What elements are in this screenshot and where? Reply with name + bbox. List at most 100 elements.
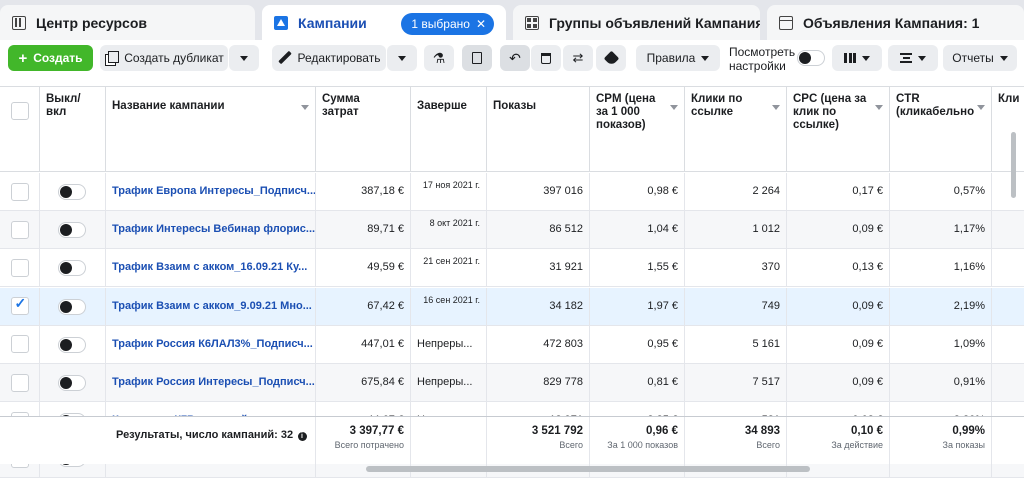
totals-clicks: 34 893 Всего	[685, 417, 787, 465]
tab-resource-center[interactable]: Центр ресурсов	[0, 5, 255, 40]
campaign-on-off-toggle[interactable]	[58, 336, 86, 353]
duplicate-menu-button[interactable]	[229, 45, 259, 71]
cell-cpc: 0,13 €	[787, 249, 890, 287]
create-button[interactable]: + Создать	[8, 45, 93, 71]
undo-button[interactable]: ↶	[500, 45, 530, 71]
cell-end: Непреры...	[411, 325, 487, 363]
header-spend-label: Сумма затрат	[322, 93, 360, 118]
tab-bar: Центр ресурсов Кампании 1 выбрано ✕ Груп…	[0, 0, 1024, 40]
cell-cpm: 1,55 €	[590, 249, 685, 287]
campaign-on-off-toggle[interactable]	[58, 184, 86, 200]
edit-menu-button[interactable]	[387, 45, 417, 71]
cell-ctr: 1,17%	[890, 211, 992, 249]
header-cpc[interactable]: CPC (цена за клик по ссылке)	[787, 87, 890, 172]
reports-dropdown[interactable]: Отчеты	[943, 45, 1017, 71]
header-impressions[interactable]: Показы	[487, 87, 590, 172]
header-ctr[interactable]: CTR (кликабельно	[890, 87, 992, 172]
sort-icon[interactable]	[670, 105, 678, 110]
tab-ads[interactable]: Объявления Кампания: 1	[767, 5, 1024, 40]
duplicate-button[interactable]: Создать дубликат	[100, 45, 228, 71]
sort-icon[interactable]	[772, 105, 780, 110]
export-icon: ⇄	[572, 50, 584, 65]
totals-row: Результаты, число кампаний: 32 i 3 397,7…	[0, 416, 1024, 465]
tab-campaigns[interactable]: Кампании 1 выбрано ✕	[262, 5, 506, 40]
totals-cpm-value: 0,96 €	[646, 425, 678, 437]
tab-ad-groups[interactable]: Группы объявлений Кампания: 1	[513, 5, 760, 40]
cell-clicks: 1 012	[685, 211, 787, 249]
cell-ctr: 0,57%	[890, 173, 992, 210]
select-all-checkbox[interactable]	[11, 102, 29, 120]
row-checkbox[interactable]	[10, 373, 29, 392]
selected-count-badge[interactable]: 1 выбрано ✕	[401, 13, 494, 35]
row-toggle-cell	[40, 173, 106, 210]
export-button[interactable]: ⇄	[563, 45, 593, 71]
row-select-cell	[0, 325, 40, 363]
header-spend[interactable]: Сумма затрат	[316, 87, 411, 172]
table-row[interactable]: Трафик Россия К6ЛАЛ3%_Подписч... 447,01 €…	[0, 325, 1024, 364]
header-clicks-label: Клики по ссылке	[691, 93, 743, 118]
sort-icon[interactable]	[301, 105, 309, 110]
ab-test-button[interactable]: ⚗	[424, 45, 454, 71]
vertical-scrollbar[interactable]	[1011, 132, 1016, 198]
undo-icon: ↶	[509, 49, 521, 66]
breakdown-dropdown[interactable]	[888, 45, 938, 71]
cell-end: 16 сен 2021 г.	[411, 287, 487, 325]
chevron-down-icon	[862, 55, 870, 61]
row-checkbox[interactable]	[10, 258, 29, 277]
row-checkbox[interactable]	[10, 297, 29, 316]
cell-name[interactable]: Трафик Взаим с акком_9.09.21 Мно...	[106, 287, 316, 325]
resources-icon	[12, 15, 26, 30]
rules-dropdown[interactable]: Правила	[636, 45, 720, 71]
cell-impressions: 31 921	[487, 249, 590, 287]
row-checkbox[interactable]	[10, 220, 29, 239]
table-row[interactable]: Трафик Интересы Вебинар флорис... 89,71 €…	[0, 211, 1024, 250]
row-checkbox[interactable]	[10, 335, 29, 354]
row-extra-cell	[992, 249, 1024, 286]
campaign-on-off-toggle[interactable]	[58, 298, 86, 315]
header-toggle[interactable]: Выкл/вкл	[40, 87, 106, 172]
table-row[interactable]: Трафик Россия Интересы_Подписч... 675,84 …	[0, 364, 1024, 402]
clipboard-button[interactable]	[462, 45, 492, 71]
header-clicks[interactable]: Клики по ссылке	[685, 87, 787, 172]
tag-button[interactable]	[596, 45, 626, 71]
cell-cpc: 0,09 €	[787, 364, 890, 401]
close-icon[interactable]: ✕	[476, 17, 486, 31]
campaign-on-off-toggle[interactable]	[58, 375, 86, 391]
totals-end	[411, 417, 487, 465]
totals-label: Результаты, число кампаний: 32	[116, 429, 294, 441]
header-name[interactable]: Название кампании	[106, 87, 316, 172]
info-icon[interactable]: i	[297, 432, 307, 441]
header-cpm[interactable]: CPM (цена за 1 000 показов)	[590, 87, 685, 172]
sort-icon[interactable]	[977, 105, 985, 110]
totals-spend-caption: Всего потрачено	[334, 440, 404, 450]
chevron-down-icon	[999, 55, 1008, 61]
totals-ctr-caption: За показы	[942, 440, 985, 450]
header-end[interactable]: Заверше	[411, 87, 487, 172]
horizontal-scrollbar[interactable]	[366, 466, 810, 472]
tab-label: Объявления Кампания: 1	[803, 14, 980, 31]
cell-clicks: 370	[685, 249, 787, 287]
cell-name[interactable]: Трафик Интересы Вебинар флорис...	[106, 211, 316, 249]
cell-ctr: 0,91%	[890, 364, 992, 401]
delete-button[interactable]	[531, 45, 561, 71]
table-row[interactable]: Трафик Взаим с акком_9.09.21 Мно...67,42…	[0, 287, 1024, 326]
table-header: Выкл/вкл Название кампании Сумма затрат …	[0, 86, 1024, 172]
cell-name[interactable]: Трафик Россия Интересы_Подписч...	[106, 364, 316, 401]
ad-icon	[779, 15, 793, 30]
campaign-on-off-toggle[interactable]	[58, 222, 86, 239]
cell-name[interactable]: Трафик Европа Интересы_Подписч...	[106, 173, 316, 210]
table-row[interactable]: Трафик Европа Интересы_Подписч... 387,18 …	[0, 173, 1024, 211]
view-settings-toggle[interactable]	[797, 50, 825, 66]
table-row[interactable]: Трафик Взаим с акком_16.09.21 Ку... 49,59…	[0, 249, 1024, 288]
cell-name[interactable]: Трафик Россия К6ЛАЛ3%_Подписч...	[106, 325, 316, 363]
row-checkbox[interactable]	[10, 182, 29, 201]
header-more[interactable]: Кли	[992, 87, 1024, 172]
edit-button[interactable]: Редактировать	[272, 45, 386, 71]
cell-name[interactable]: Трафик Взаим с акком_16.09.21 Ку...	[106, 249, 316, 287]
chevron-down-icon	[398, 55, 406, 61]
header-name-label: Название кампании	[112, 100, 225, 112]
columns-dropdown[interactable]	[832, 45, 882, 71]
cell-impressions: 34 182	[487, 287, 590, 325]
campaign-on-off-toggle[interactable]	[58, 260, 86, 277]
sort-icon[interactable]	[875, 105, 883, 110]
